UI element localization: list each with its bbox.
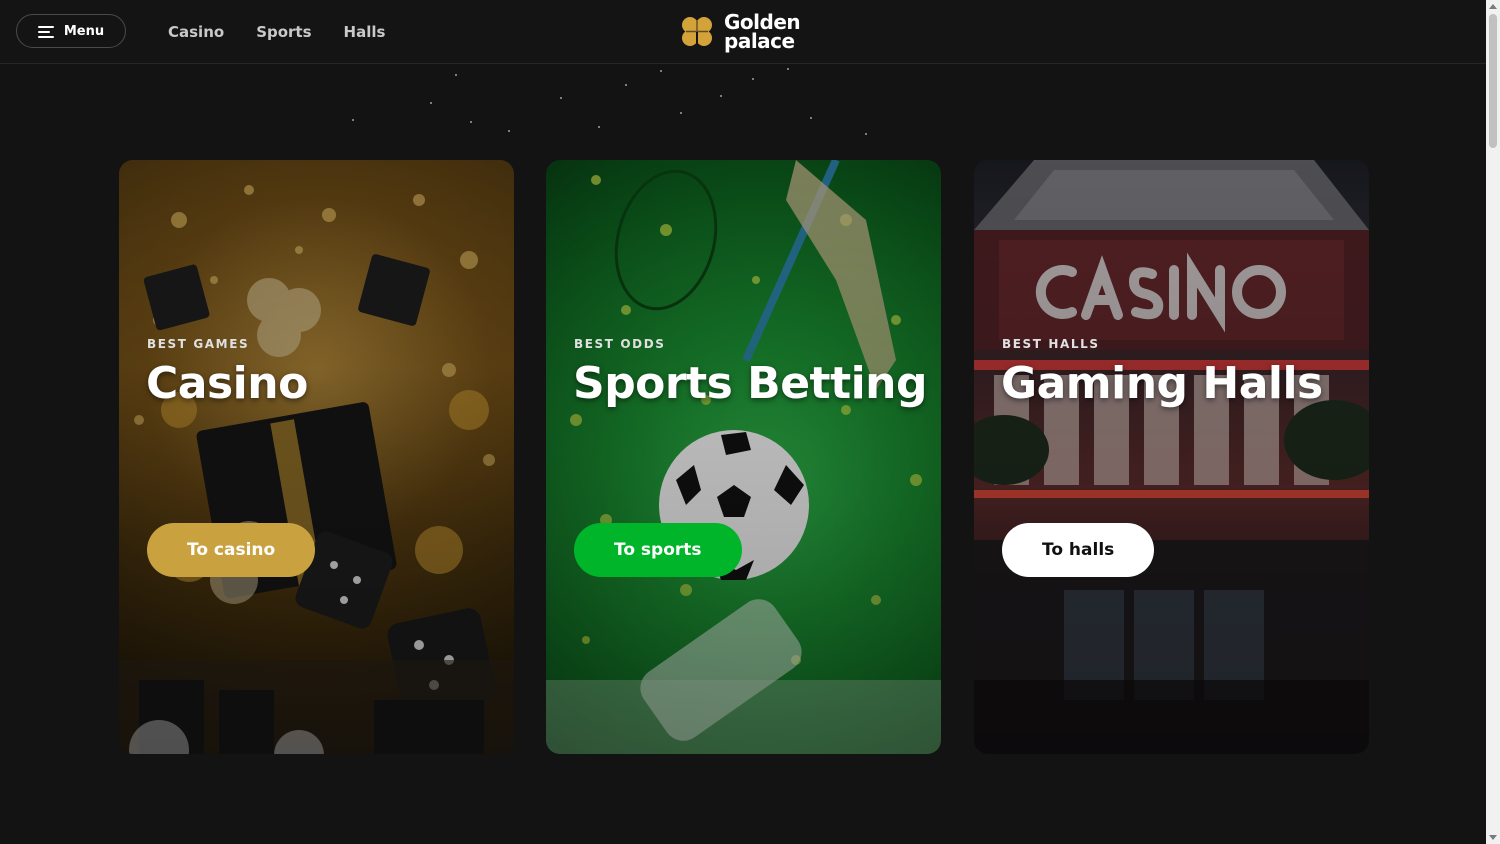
casino-card-title: Casino [146,358,308,409]
main-nav: Casino Sports Halls [168,0,385,63]
halls-card-overlay [974,160,1369,754]
scroll-down-icon[interactable] [1489,835,1497,840]
logo-line-2: palace [724,29,795,53]
scroll-up-icon[interactable] [1489,4,1497,9]
sports-card-overlay [546,160,941,754]
nav-link-halls[interactable]: Halls [344,23,386,41]
sports-card[interactable]: BEST ODDS Sports Betting To sports [546,160,941,754]
menu-icon [37,25,54,38]
to-casino-button[interactable]: To casino [147,523,316,577]
menu-label: Menu [63,23,105,39]
page-scrollbar[interactable] [1486,0,1500,844]
casino-card-eyebrow: BEST GAMES [147,337,250,351]
halls-card-eyebrow: BEST HALLS [1002,337,1100,351]
halls-card[interactable]: BEST HALLS Gaming Halls To halls [974,160,1369,754]
scrollbar-thumb[interactable] [1489,14,1497,148]
to-halls-button[interactable]: To halls [1002,523,1155,577]
site-header: Menu Casino Sports Halls Golden palace [0,0,1486,64]
nav-link-casino[interactable]: Casino [168,23,224,41]
nav-link-sports[interactable]: Sports [256,23,311,41]
logo-wordmark: Golden palace [724,12,801,53]
golden-palace-logo[interactable]: Golden palace [676,11,801,53]
casino-card[interactable]: BEST GAMES Casino To casino [119,160,514,754]
sports-card-title: Sports Betting [573,358,928,409]
clover-logo-icon [682,17,712,49]
sports-card-eyebrow: BEST ODDS [574,337,666,351]
halls-card-title: Gaming Halls [1001,358,1323,409]
to-sports-button[interactable]: To sports [574,523,742,577]
casino-card-overlay [119,160,514,754]
menu-button[interactable]: Menu [16,14,126,48]
